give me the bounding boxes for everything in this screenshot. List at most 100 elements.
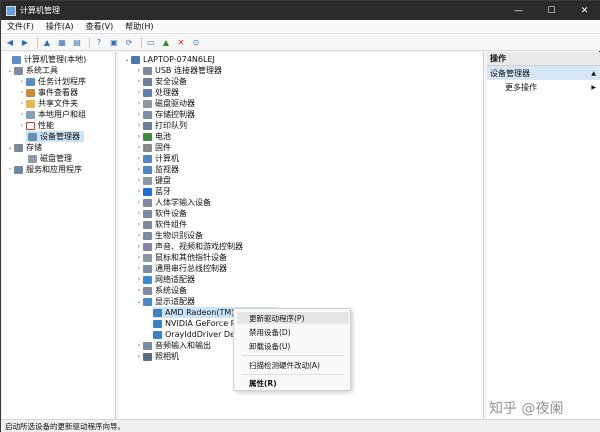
device-category[interactable]: › USB 连接器管理器 <box>135 65 222 76</box>
storage-icon <box>14 143 23 152</box>
menu-file[interactable]: 文件(F) <box>1 21 40 32</box>
close-button[interactable]: ✕ <box>568 1 600 20</box>
device-category[interactable]: › 打印队列 <box>135 120 187 131</box>
collapse-icon[interactable]: › <box>135 122 143 129</box>
device-category[interactable]: › 磁盘驱动器 <box>135 98 195 109</box>
expand-icon[interactable]: ⌄ <box>123 56 131 63</box>
scan-hardware-menuitem[interactable]: 扫描检测硬件改动(A) <box>237 359 349 371</box>
device-category[interactable]: › 照相机 <box>135 351 179 362</box>
tree-item-shared-folders[interactable]: › 共享文件夹 <box>18 98 78 109</box>
device-category[interactable]: › 键盘 <box>135 175 171 186</box>
collapse-icon[interactable]: › <box>135 188 143 195</box>
device-category[interactable]: › 计算机 <box>135 153 179 164</box>
forward-icon[interactable]: ▶ <box>19 36 31 48</box>
back-icon[interactable]: ◀ <box>4 36 16 48</box>
collapse-icon[interactable]: › <box>135 254 143 261</box>
tree-item-disk-management[interactable]: 磁盘管理 <box>26 153 72 164</box>
device-category[interactable]: › 通用串行总线控制器 <box>135 263 227 274</box>
tree-item-services-apps[interactable]: › 服务和应用程序 <box>6 164 82 175</box>
collapse-icon[interactable]: › <box>135 342 143 349</box>
device-category[interactable]: › 电池 <box>135 131 171 142</box>
tree-item-performance[interactable]: › 性能 <box>18 120 54 131</box>
collapse-icon[interactable]: › <box>18 122 26 129</box>
collapse-icon[interactable]: › <box>135 89 143 96</box>
collapse-icon[interactable]: › <box>18 89 26 96</box>
collapse-icon[interactable]: › <box>135 353 143 360</box>
scan-icon[interactable]: ⊙ <box>190 36 202 48</box>
collapse-icon[interactable]: › <box>135 111 143 118</box>
more-actions[interactable]: 更多操作 ▶ <box>487 80 600 94</box>
device-category[interactable]: › 音频输入和输出 <box>135 340 211 351</box>
collapse-icon[interactable]: › <box>135 78 143 85</box>
disable-device-menuitem[interactable]: 禁用设备(D) <box>237 326 349 338</box>
device-category[interactable]: › 人体学输入设备 <box>135 197 211 208</box>
collapse-icon[interactable]: › <box>135 166 143 173</box>
export-list-icon[interactable]: ▤ <box>71 36 83 48</box>
device-root[interactable]: ⌄ LAPTOP-074N6LEJ <box>123 54 214 65</box>
submenu-arrow-icon: ▶ <box>591 83 596 91</box>
device-category[interactable]: › 处理器 <box>135 87 179 98</box>
monitor-icon[interactable]: ▭ <box>145 36 157 48</box>
device-category[interactable]: › 软件设备 <box>135 208 187 219</box>
device-category[interactable]: › 固件 <box>135 142 171 153</box>
collapse-icon[interactable]: › <box>135 177 143 184</box>
collapse-icon[interactable]: › <box>135 276 143 283</box>
device-category[interactable]: › 网络适配器 <box>135 274 195 285</box>
menu-separator <box>242 374 344 375</box>
menu-action[interactable]: 操作(A) <box>40 21 80 32</box>
device-category[interactable]: › 鼠标和其他指针设备 <box>135 252 227 263</box>
update-driver-icon[interactable]: ▲ <box>160 36 172 48</box>
collapse-icon[interactable]: › <box>6 166 14 173</box>
properties-icon[interactable]: ▣ <box>108 36 120 48</box>
collapse-icon[interactable]: › <box>135 67 143 74</box>
device-category[interactable]: › 存储控制器 <box>135 109 195 120</box>
tree-item-local-users[interactable]: › 本地用户和组 <box>18 109 86 120</box>
collapse-icon[interactable]: › <box>135 221 143 228</box>
properties-menuitem[interactable]: 属性(R) <box>237 377 349 389</box>
maximize-button[interactable]: ☐ <box>535 1 568 20</box>
collapse-icon[interactable]: › <box>135 133 143 140</box>
collapse-icon[interactable]: › <box>18 78 26 85</box>
collapse-icon[interactable]: › <box>18 100 26 107</box>
collapse-icon[interactable]: › <box>135 210 143 217</box>
menu-help[interactable]: 帮助(H) <box>119 21 159 32</box>
collapse-icon[interactable]: › <box>135 265 143 272</box>
expand-icon[interactable]: ⌄ <box>135 298 143 305</box>
collapse-icon[interactable]: › <box>135 155 143 162</box>
refresh-icon[interactable]: ⟳ <box>123 36 135 48</box>
collapse-icon[interactable]: › <box>135 199 143 206</box>
collapse-icon[interactable]: › <box>135 243 143 250</box>
update-driver-menuitem[interactable]: 更新驱动程序(P) <box>237 312 349 324</box>
help-icon[interactable]: ? <box>93 36 105 48</box>
tree-item-task-scheduler[interactable]: › 任务计划程序 <box>18 76 86 87</box>
device-category[interactable]: › 监视器 <box>135 164 179 175</box>
tree-item-storage[interactable]: ⌄ 存储 <box>6 142 42 153</box>
device-category[interactable]: ⌄ 显示适配器 <box>135 296 195 307</box>
tree-item-system-tools[interactable]: ⌄ 系统工具 <box>6 65 58 76</box>
expand-icon[interactable]: ⌄ <box>6 144 14 151</box>
device-category[interactable]: › 声音、视频和游戏控制器 <box>135 241 243 252</box>
device-category[interactable]: › 系统设备 <box>135 285 187 296</box>
device-category[interactable]: › 安全设备 <box>135 76 187 87</box>
up-folder-icon[interactable]: ▲ <box>41 36 53 48</box>
collapse-icon[interactable]: › <box>135 287 143 294</box>
device-category[interactable]: › 蓝牙 <box>135 186 171 197</box>
collapse-icon[interactable]: › <box>135 100 143 107</box>
device-category[interactable]: › 软件组件 <box>135 219 187 230</box>
expand-icon[interactable]: ⌄ <box>6 67 14 74</box>
uninstall-device-menuitem[interactable]: 卸载设备(U) <box>237 340 349 352</box>
collapse-up-icon[interactable]: ▲ <box>591 70 596 77</box>
tree-item-event-viewer[interactable]: › 事件查看器 <box>18 87 78 98</box>
actions-device-manager[interactable]: 设备管理器 ▲ <box>487 66 600 80</box>
uninstall-icon[interactable]: ✕ <box>175 36 187 48</box>
device-category[interactable]: › 生物识别设备 <box>135 230 203 241</box>
collapse-icon[interactable]: › <box>135 144 143 151</box>
tree-item-device-manager[interactable]: 设备管理器 <box>26 131 84 142</box>
collapse-icon[interactable]: › <box>135 232 143 239</box>
collapse-icon[interactable]: › <box>18 111 26 118</box>
menu-view[interactable]: 查看(V) <box>80 21 120 32</box>
show-hide-tree-icon[interactable]: ▦ <box>56 36 68 48</box>
tree-item-computer-management[interactable]: 计算机管理(本地) <box>4 54 86 65</box>
minimize-button[interactable]: — <box>502 1 535 20</box>
device-category-icon <box>143 176 152 185</box>
